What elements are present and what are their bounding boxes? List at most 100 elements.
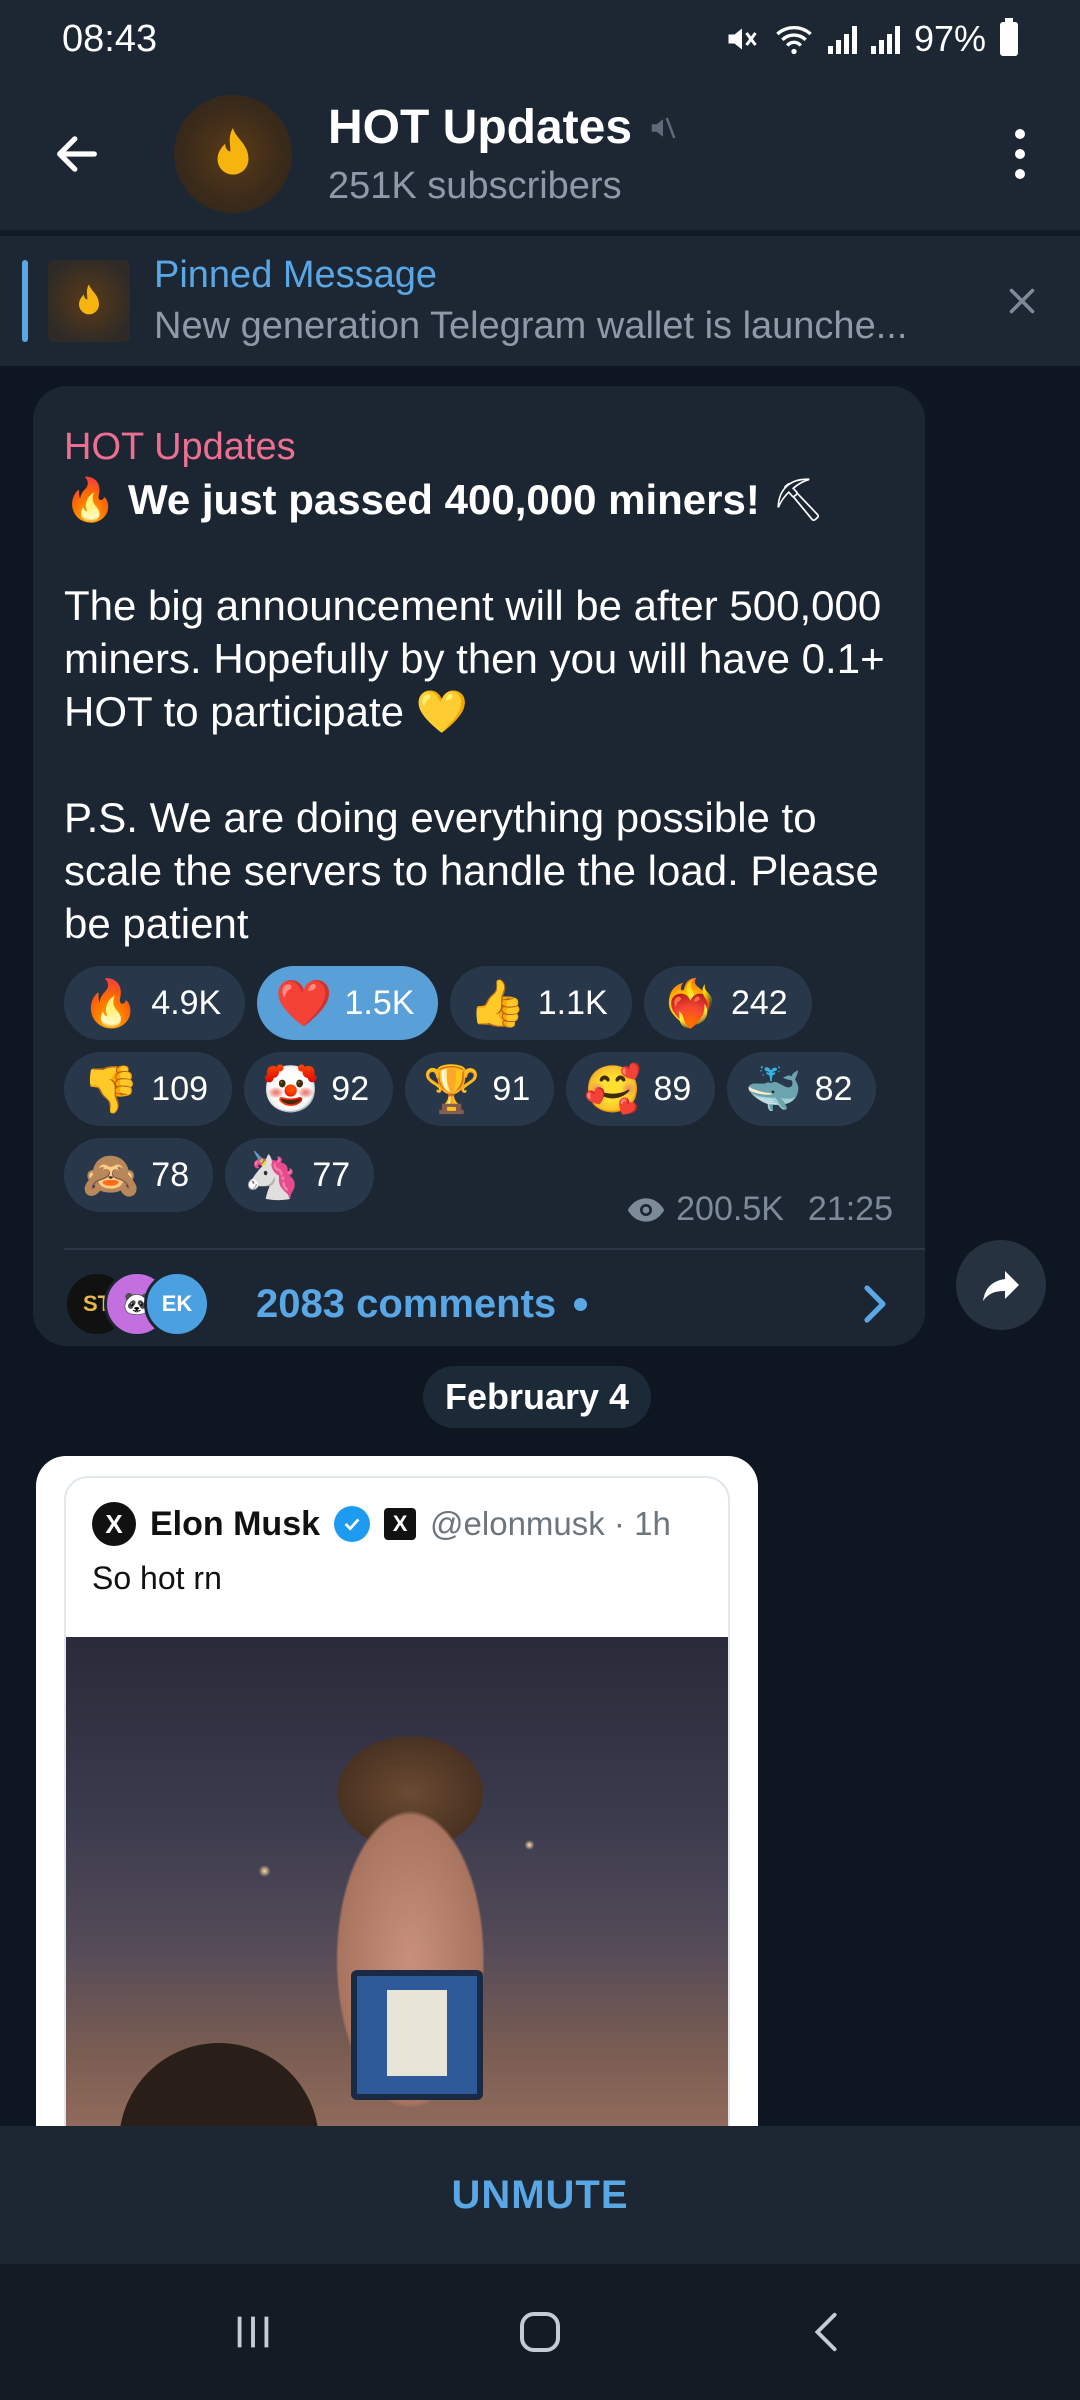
laptop-in-photo bbox=[350, 1969, 483, 2100]
reaction-count: 1.5K bbox=[344, 983, 415, 1022]
tweet-author-name: Elon Musk bbox=[150, 1504, 321, 1543]
close-pinned-button[interactable] bbox=[982, 261, 1062, 341]
view-count: 200.5K bbox=[676, 1190, 784, 1228]
reaction-chip[interactable]: ❤️‍🔥 242 bbox=[643, 966, 812, 1040]
reaction-count: 77 bbox=[312, 1155, 351, 1194]
reaction-count: 91 bbox=[492, 1069, 531, 1108]
x-logo-icon: X bbox=[92, 1502, 136, 1546]
message-headline: We just passed 400,000 miners! bbox=[127, 476, 760, 523]
yellow-heart-icon: 💛 bbox=[415, 688, 469, 735]
tweet-header: X Elon Musk X @elonmusk · 1h bbox=[66, 1502, 728, 1546]
message-bubble[interactable]: HOT Updates 🔥 We just passed 400,000 min… bbox=[33, 386, 925, 1346]
battery-percent: 97% bbox=[913, 18, 986, 59]
reaction-chip[interactable]: ❤️ 1.5K bbox=[257, 966, 439, 1040]
reaction-count: 78 bbox=[151, 1155, 190, 1194]
status-bar: 08:43 97% bbox=[0, 0, 1080, 78]
pinned-preview: New generation Telegram wallet is launch… bbox=[154, 305, 908, 347]
reaction-count: 89 bbox=[653, 1069, 692, 1108]
verified-badge-icon bbox=[334, 1506, 371, 1542]
back-button[interactable] bbox=[38, 115, 116, 193]
system-icons: 97% bbox=[724, 18, 1018, 60]
home-button[interactable] bbox=[495, 2287, 585, 2377]
pinned-indicator bbox=[22, 260, 28, 342]
flame-icon bbox=[217, 128, 249, 175]
tweet-handle: @elonmusk · 1h bbox=[430, 1505, 671, 1542]
x-affiliation-icon: X bbox=[384, 1508, 417, 1540]
pinned-text: Pinned Message New generation Telegram w… bbox=[154, 254, 982, 348]
reaction-emoji-icon: 👎 bbox=[82, 1063, 140, 1115]
channel-title: HOT Updates bbox=[328, 100, 990, 155]
pinned-thumbnail bbox=[48, 260, 130, 342]
reaction-emoji-icon: 🥰 bbox=[584, 1063, 642, 1115]
chat-header: HOT Updates 251K subscribers bbox=[0, 78, 1080, 230]
unmute-bar[interactable]: UNMUTE bbox=[0, 2126, 1080, 2264]
flame-icon bbox=[79, 284, 99, 315]
reaction-chip[interactable]: 🙈 78 bbox=[64, 1138, 214, 1212]
signal-icon bbox=[827, 24, 857, 54]
unread-dot bbox=[574, 1297, 588, 1311]
comments-count: 2083 comments bbox=[256, 1281, 557, 1326]
system-nav-bar bbox=[0, 2264, 1080, 2400]
message-meta: 200.5K 21:25 bbox=[626, 1190, 893, 1229]
photo-figure bbox=[118, 2042, 319, 2126]
message-paragraph-1: The big announcement will be after 500,0… bbox=[64, 582, 885, 735]
close-icon bbox=[1009, 288, 1035, 314]
home-icon bbox=[519, 2312, 560, 2352]
reaction-chip[interactable]: 👎 109 bbox=[64, 1052, 233, 1126]
mute-icon bbox=[728, 28, 757, 50]
comments-button[interactable]: ST 🐼 EK 2083 comments bbox=[64, 1262, 905, 1346]
pickaxe-icon: ⛏ bbox=[771, 476, 825, 523]
comments-divider bbox=[64, 1248, 925, 1250]
share-icon bbox=[983, 1271, 1019, 1301]
tweet-card: X Elon Musk X @elonmusk · 1h So hot rn bbox=[64, 1476, 730, 2126]
message-paragraph-2: P.S. We are doing everything possible to… bbox=[64, 794, 879, 947]
arrow-left-icon bbox=[57, 136, 97, 172]
eye-icon bbox=[627, 1197, 665, 1222]
reaction-count: 242 bbox=[730, 983, 788, 1022]
date-separator: February 4 bbox=[423, 1366, 652, 1428]
reaction-emoji-icon: 👍 bbox=[468, 977, 526, 1029]
tweet-image-message[interactable]: X Elon Musk X @elonmusk · 1h So hot rn bbox=[36, 1456, 758, 2126]
reaction-emoji-icon: 🤡 bbox=[262, 1063, 320, 1115]
channel-avatar[interactable] bbox=[174, 95, 292, 213]
reaction-count: 82 bbox=[814, 1069, 853, 1108]
message-author[interactable]: HOT Updates bbox=[64, 426, 894, 469]
muted-icon bbox=[651, 117, 676, 138]
commenter-avatar: EK bbox=[144, 1271, 210, 1337]
tweet-photo bbox=[66, 1637, 728, 2126]
reaction-emoji-icon: 🐳 bbox=[745, 1063, 803, 1115]
subscriber-count: 251K subscribers bbox=[328, 165, 622, 207]
reaction-count: 4.9K bbox=[151, 983, 222, 1022]
reaction-chip[interactable]: 🤡 92 bbox=[244, 1052, 394, 1126]
reaction-chip[interactable]: 🦄 77 bbox=[225, 1138, 375, 1212]
pinned-message-bar[interactable]: Pinned Message New generation Telegram w… bbox=[0, 236, 1080, 366]
tweet-text: So hot rn bbox=[92, 1560, 222, 1596]
signal-icon-2 bbox=[870, 24, 900, 54]
recent-apps-button[interactable] bbox=[208, 2287, 298, 2377]
battery-icon bbox=[1000, 18, 1018, 56]
reaction-chip[interactable]: 🐳 82 bbox=[727, 1052, 877, 1126]
reaction-chip[interactable]: 🔥 4.9K bbox=[64, 966, 246, 1040]
unmute-button[interactable]: UNMUTE bbox=[451, 2173, 628, 2218]
reaction-chip[interactable]: 👍 1.1K bbox=[450, 966, 632, 1040]
flame-emoji-icon: 🔥 bbox=[64, 476, 117, 523]
pinned-label: Pinned Message bbox=[154, 254, 438, 296]
message-text: 🔥 We just passed 400,000 miners! ⛏ The b… bbox=[64, 473, 894, 950]
chat-area[interactable]: HOT Updates 🔥 We just passed 400,000 min… bbox=[0, 366, 1080, 2126]
reaction-emoji-icon: ❤️‍🔥 bbox=[661, 977, 719, 1029]
share-button[interactable] bbox=[956, 1240, 1046, 1330]
reaction-emoji-icon: ❤️ bbox=[275, 977, 333, 1029]
reaction-emoji-icon: 🏆 bbox=[423, 1063, 481, 1115]
header-titles[interactable]: HOT Updates 251K subscribers bbox=[328, 100, 990, 208]
reaction-count: 92 bbox=[331, 1069, 370, 1108]
reaction-chip[interactable]: 🏆 91 bbox=[405, 1052, 555, 1126]
reaction-emoji-icon: 🦄 bbox=[243, 1149, 301, 1201]
status-time: 08:43 bbox=[62, 17, 158, 60]
more-options-button[interactable] bbox=[990, 109, 1050, 199]
reaction-emoji-icon: 🔥 bbox=[82, 977, 140, 1029]
channel-name: HOT Updates bbox=[328, 101, 633, 154]
chevron-right-icon bbox=[845, 1284, 905, 1324]
reaction-emoji-icon: 🙈 bbox=[82, 1149, 140, 1201]
back-nav-button[interactable] bbox=[782, 2287, 872, 2377]
reaction-chip[interactable]: 🥰 89 bbox=[566, 1052, 716, 1126]
